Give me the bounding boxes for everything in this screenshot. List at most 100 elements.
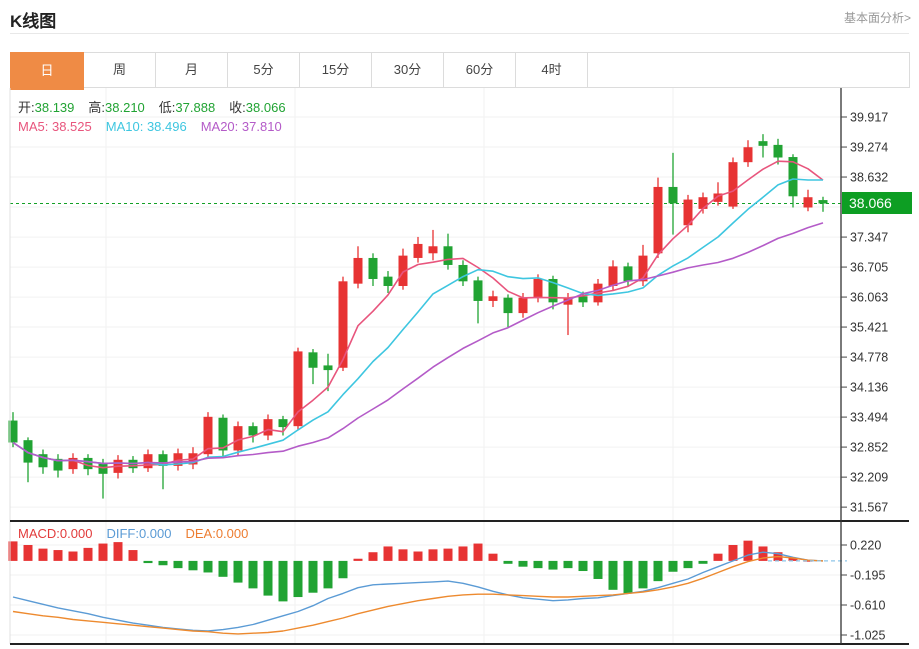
candle-body [234, 426, 243, 450]
ma10-value: 38.496 [147, 119, 187, 134]
macd-bar [309, 561, 318, 593]
macd-bar [669, 561, 678, 572]
candle-body [429, 246, 438, 253]
macd-bar [564, 561, 573, 568]
open-label: 开: [18, 100, 35, 115]
candle-body [744, 147, 753, 162]
low-label: 低: [159, 100, 176, 115]
macd-bar [744, 541, 753, 561]
macd-bar [159, 561, 168, 565]
macd-bar [399, 549, 408, 561]
axis-label: 34.778 [850, 351, 888, 365]
axis-label: 36.705 [850, 261, 888, 275]
candle-body [609, 266, 618, 286]
candle-body [354, 258, 363, 284]
ma5-label: MA5: [18, 119, 48, 134]
macd-value: 0.000 [60, 526, 93, 541]
dea-label: DEA: [185, 526, 215, 541]
candle-body [369, 258, 378, 279]
dea-line [13, 557, 823, 634]
high-label: 高: [88, 100, 105, 115]
axis-label: -1.025 [850, 629, 885, 643]
macd-bar [714, 554, 723, 561]
axis-label: 37.347 [850, 231, 888, 245]
macd-bar [519, 561, 528, 567]
macd-readout: MACD:0.000DIFF:0.000DEA:0.000 [18, 526, 248, 541]
candle-body [339, 281, 348, 367]
ma-readout: MA5: 38.525 MA10: 38.496 MA20: 37.810 [18, 119, 282, 134]
ma5-value: 38.525 [52, 119, 92, 134]
candle-body [309, 352, 318, 367]
macd-bar [279, 561, 288, 601]
candle-body [534, 279, 543, 298]
axis-label: 32.209 [850, 471, 888, 485]
candle-body [414, 244, 423, 258]
macd-bar [69, 552, 78, 561]
macd-bar [174, 561, 183, 568]
macd-bar [549, 561, 558, 570]
axis-label: 33.494 [850, 411, 888, 425]
macd-bar [729, 545, 738, 561]
ma10-label: MA10: [106, 119, 144, 134]
macd-bar [204, 561, 213, 573]
candle-body [654, 187, 663, 253]
macd-bar [39, 549, 48, 561]
axis-label: 31.567 [850, 501, 888, 515]
macd-bar [54, 550, 63, 561]
macd-bar [684, 561, 693, 568]
axis-label: 35.421 [850, 321, 888, 335]
ohlc-readout: 开:38.139高:38.210低:37.888收:38.066 [18, 97, 286, 116]
macd-bar [384, 546, 393, 560]
low-value: 37.888 [175, 100, 215, 115]
macd-bar [114, 542, 123, 561]
macd-bar [639, 561, 648, 588]
macd-bar [414, 552, 423, 561]
macd-bar [189, 561, 198, 570]
close-label: 收: [229, 100, 246, 115]
ma20-label: MA20: [201, 119, 239, 134]
candle-body [84, 458, 93, 469]
macd-bar [579, 561, 588, 571]
macd-bar [234, 561, 243, 583]
macd-bar [369, 552, 378, 561]
candle-body [774, 145, 783, 158]
axis-label: 32.852 [850, 441, 888, 455]
diff-value: 0.000 [139, 526, 172, 541]
axis-label: 34.136 [850, 381, 888, 395]
macd-bar [144, 561, 153, 563]
candle-body [279, 419, 288, 427]
candle-body [819, 200, 828, 203]
macd-bar [444, 549, 453, 561]
candle-body [759, 141, 768, 146]
macd-bar [339, 561, 348, 578]
candle-body [624, 266, 633, 281]
candle-body [729, 162, 738, 206]
ma10-line [13, 179, 823, 465]
candle-body [474, 280, 483, 301]
close-value: 38.066 [246, 100, 286, 115]
candle-body [669, 187, 678, 203]
macd-bar [534, 561, 543, 568]
macd-bar [429, 549, 438, 561]
current-price-badge: 38.066 [842, 192, 912, 214]
macd-bar [459, 546, 468, 560]
axis-label: 39.274 [850, 141, 888, 155]
candle-body [324, 365, 333, 370]
candle-body [99, 464, 108, 474]
macd-bar [654, 561, 663, 581]
axis-label: -0.195 [850, 569, 885, 583]
candle-body [519, 298, 528, 313]
macd-bar [699, 561, 708, 564]
macd-bar [474, 544, 483, 561]
macd-bar [24, 545, 33, 561]
ma20-value: 37.810 [242, 119, 282, 134]
dea-value: 0.000 [216, 526, 249, 541]
macd-bar [84, 548, 93, 561]
diff-line [13, 552, 823, 631]
macd-bar [249, 561, 258, 588]
candle-body [144, 454, 153, 468]
axis-label: -0.610 [850, 599, 885, 613]
axis-label: 39.917 [850, 111, 888, 125]
macd-bar [354, 559, 363, 561]
candle-body [804, 197, 813, 207]
